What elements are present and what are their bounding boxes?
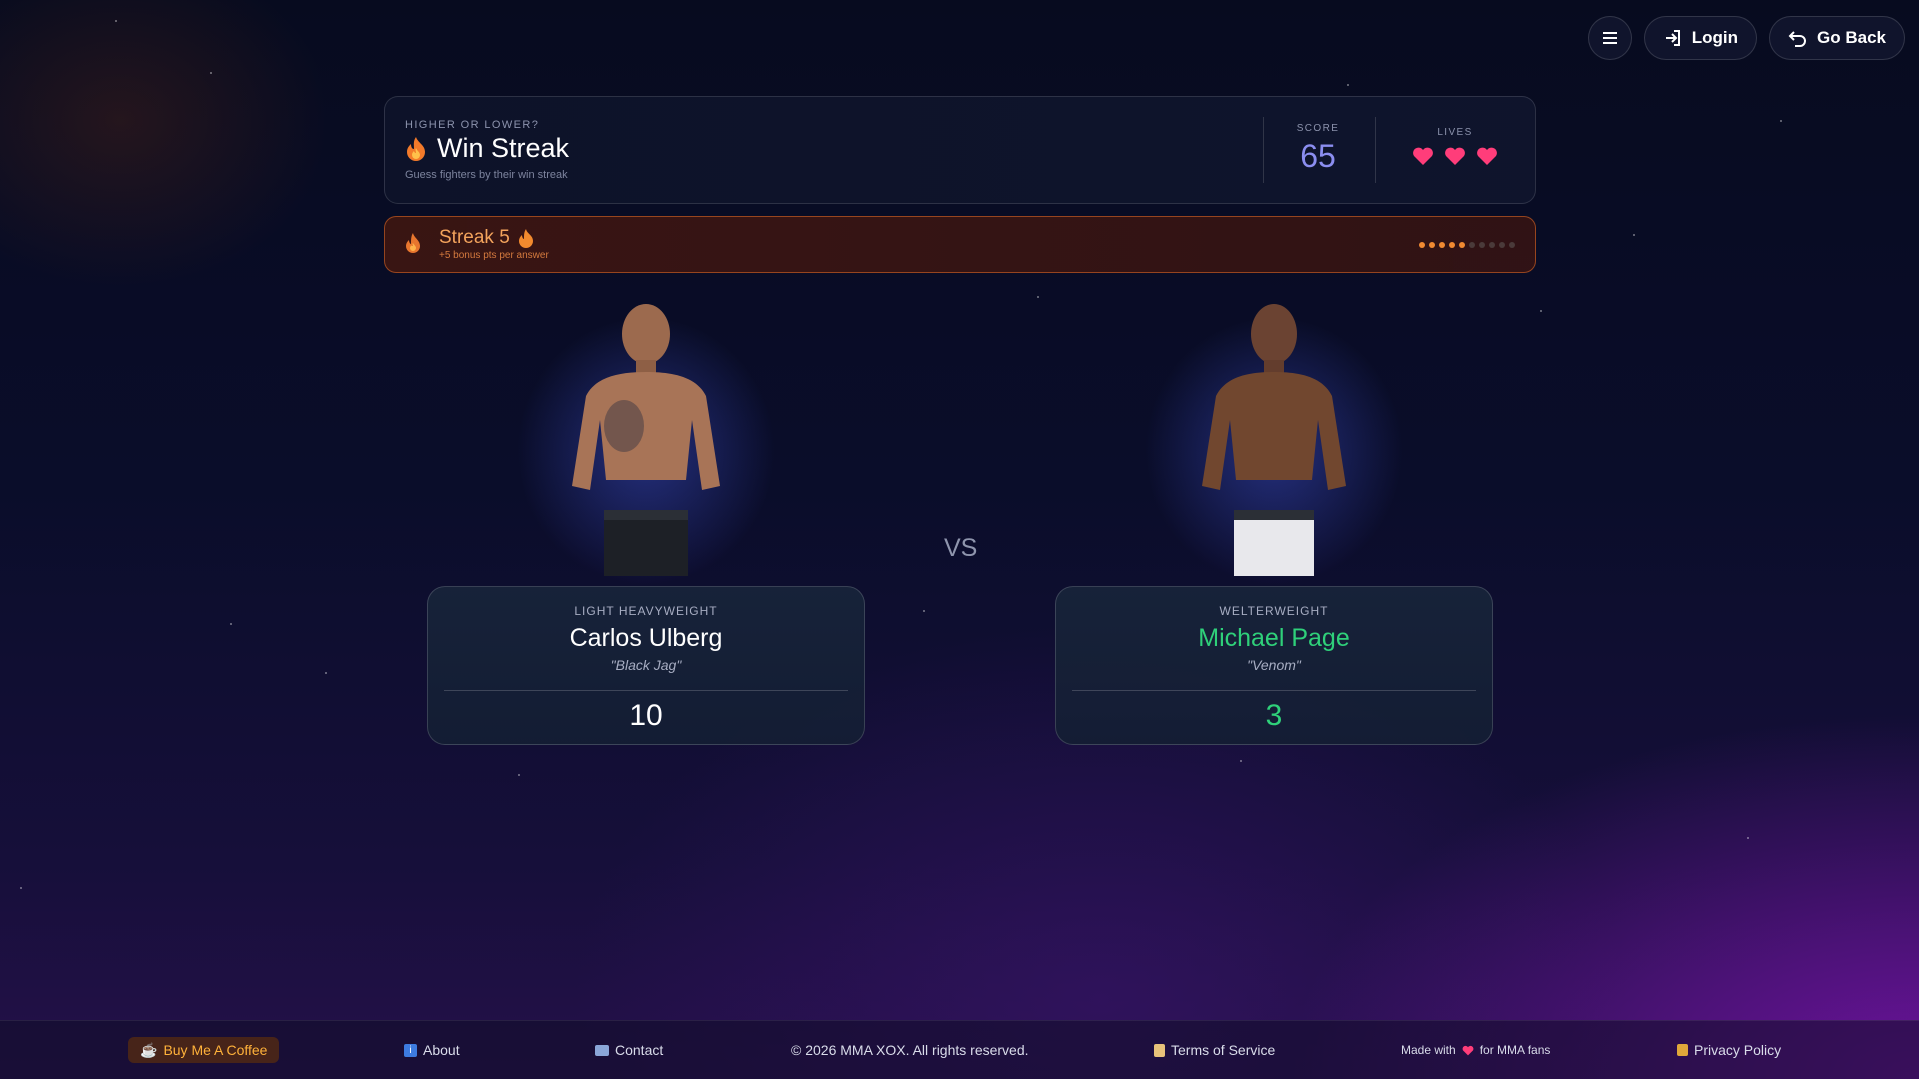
progress-dot [1459,242,1465,248]
divider [444,690,848,691]
game-subtitle: Guess fighters by their win streak [405,169,568,181]
game-header-card: HIGHER OR LOWER? Win Streak Guess fighte… [384,96,1536,204]
buy-me-a-coffee-link[interactable]: ☕ Buy Me A Coffee [128,1037,280,1063]
contact-link[interactable]: Contact [595,1037,663,1063]
lives-label: LIVES [1437,127,1473,138]
fighter-nickname: "Black Jag" [610,657,682,673]
progress-dot [1509,242,1515,248]
win-streak-value: 3 [1265,699,1283,732]
progress-dot [1439,242,1445,248]
fighter-silhouette [572,304,720,576]
star [210,72,212,74]
heart-icon [1462,1045,1474,1055]
star [923,610,925,612]
divider [1072,690,1476,691]
fire-icon [407,136,425,161]
progress-dot [1429,242,1435,248]
progress-dot [1469,242,1475,248]
streak-progress [1419,242,1515,248]
streak-banner: Streak 5 +5 bonus pts per answer [384,216,1536,273]
fighter-right[interactable]: WELTERWEIGHT Michael Page "Venom" 3 [1055,296,1493,745]
vs-label: VS [944,534,978,562]
login-label: Login [1691,28,1739,47]
made-with-text: Made with for MMA fans [1401,1037,1550,1063]
win-streak-value: 10 [629,699,663,732]
top-nav: Login Go Back [1587,16,1905,60]
about-link[interactable]: i About [404,1037,460,1063]
star [518,774,520,776]
flame-icon [406,233,420,253]
progress-dot [1499,242,1505,248]
terms-link[interactable]: Terms of Service [1154,1037,1275,1063]
weight-class: LIGHT HEAVYWEIGHT [574,604,718,618]
info-icon: i [404,1043,417,1057]
lives-display: LIVES [1385,127,1525,166]
footer: ☕ Buy Me A Coffee i About Contact © 2026… [0,1020,1919,1079]
terms-label: Terms of Service [1171,1042,1276,1058]
fighter-name: Michael Page [1198,624,1350,652]
lock-icon [1677,1044,1688,1056]
star [20,887,22,889]
copyright-label: © 2026 MMA XOX. All rights reserved. [791,1042,1029,1058]
weight-class: WELTERWEIGHT [1219,604,1329,618]
heart-icon [1477,147,1497,165]
fighter-name: Carlos Ulberg [569,624,723,652]
star [1633,234,1635,236]
star [1747,837,1749,839]
progress-dot [1419,242,1425,248]
progress-dot [1489,242,1495,248]
fighter-nickname: "Venom" [1247,657,1301,673]
star [1240,760,1242,762]
heart-icon [1413,147,1433,165]
undo-arrow-icon [1788,31,1806,47]
contact-label: Contact [615,1042,664,1058]
star [115,20,117,22]
score-display: SCORE 65 [1263,123,1373,175]
about-label: About [423,1042,460,1058]
score-label: SCORE [1296,123,1340,134]
privacy-label: Privacy Policy [1694,1042,1782,1058]
envelope-icon [595,1044,609,1056]
fighter-card[interactable]: LIGHT HEAVYWEIGHT Carlos Ulberg "Black J… [427,586,865,745]
scroll-icon [1154,1043,1165,1057]
divider [1375,117,1376,183]
fighter-card[interactable]: WELTERWEIGHT Michael Page "Venom" 3 [1055,586,1493,745]
go-back-button[interactable]: Go Back [1769,16,1905,60]
game-title: Win Streak [437,133,570,163]
heart-icon [1445,147,1465,165]
coffee-icon: ☕ [140,1041,158,1058]
streak-title: Streak 5 [439,227,510,248]
fighter-silhouette [1202,304,1346,576]
go-back-label: Go Back [1817,28,1886,47]
login-icon [1665,30,1680,46]
star [1347,84,1349,86]
star [230,623,232,625]
login-button[interactable]: Login [1643,16,1758,60]
fighter-photo [427,296,865,586]
star [1780,120,1782,122]
score-value: 65 [1300,138,1336,174]
streak-subtitle: +5 bonus pts per answer [439,250,549,261]
hamburger-icon [1602,32,1617,44]
fighter-photo [1055,296,1493,586]
fighter-left[interactable]: LIGHT HEAVYWEIGHT Carlos Ulberg "Black J… [427,296,865,745]
menu-button[interactable] [1587,16,1632,60]
star [1037,296,1039,298]
star [1540,310,1542,312]
made-with-suffix: for MMA fans [1479,1043,1551,1057]
made-with-prefix: Made with [1401,1043,1456,1057]
fire-icon [518,229,533,248]
game-kicker: HIGHER OR LOWER? [405,119,540,131]
progress-dot [1449,242,1455,248]
privacy-policy-link[interactable]: Privacy Policy [1677,1037,1781,1063]
star [325,672,327,674]
copyright-text: © 2026 MMA XOX. All rights reserved. [791,1037,1029,1063]
progress-dot [1479,242,1485,248]
coffee-label: Buy Me A Coffee [163,1042,268,1058]
lives-hearts [1385,146,1525,166]
